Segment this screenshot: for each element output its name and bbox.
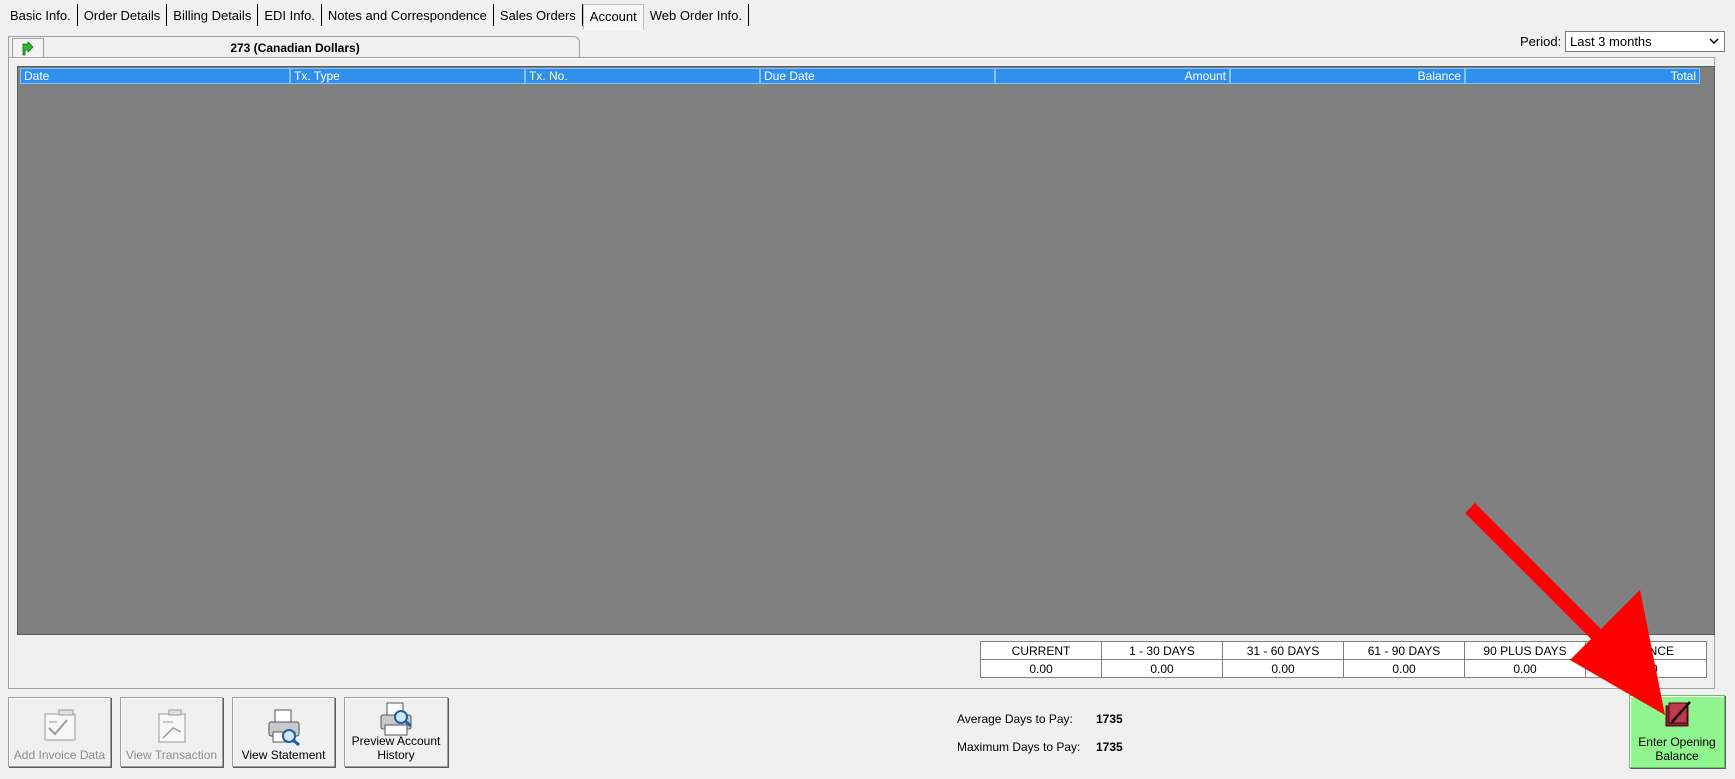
tab-notes-correspondence[interactable]: Notes and Correspondence bbox=[322, 4, 494, 26]
maximum-days-label: Maximum Days to Pay: bbox=[957, 740, 1081, 754]
period-value: Last 3 months bbox=[1570, 34, 1652, 49]
tab-order-details[interactable]: Order Details bbox=[78, 4, 168, 26]
view-statement-label: View Statement bbox=[241, 748, 326, 762]
preview-account-history-label: Preview Account History bbox=[345, 734, 447, 762]
green-arrow-icon bbox=[22, 41, 34, 56]
transactions-grid[interactable]: Date Tx. Type Tx. No. Due Date Amount Ba… bbox=[17, 66, 1715, 635]
period-select[interactable]: Last 3 months bbox=[1565, 31, 1725, 52]
period-label: Period: bbox=[1520, 34, 1562, 49]
aging-value-1-30: 0.00 bbox=[1101, 659, 1223, 678]
enter-opening-balance-label: Enter Opening Balance bbox=[1630, 735, 1724, 763]
tab-web-order-info[interactable]: Web Order Info. bbox=[644, 4, 750, 26]
column-tx-no[interactable]: Tx. No. bbox=[525, 68, 760, 84]
preview-label-line-2: History bbox=[377, 748, 415, 762]
column-tx-type[interactable]: Tx. Type bbox=[290, 68, 525, 84]
aging-header-90-plus: 90 PLUS DAYS bbox=[1464, 641, 1586, 660]
aging-value-90-plus: 0.00 bbox=[1464, 659, 1586, 678]
maximum-days-value: 1735 bbox=[1096, 740, 1123, 754]
enter-opening-balance-button[interactable]: Enter Opening Balance bbox=[1629, 695, 1725, 768]
column-total[interactable]: Total bbox=[1465, 68, 1700, 84]
average-days-value: 1735 bbox=[1096, 712, 1123, 726]
aging-header-current: CURRENT bbox=[980, 641, 1102, 660]
aging-value-balance: 0.00 bbox=[1585, 659, 1707, 678]
aging-summary-table: CURRENT 1 - 30 DAYS 31 - 60 DAYS 61 - 90… bbox=[980, 641, 1707, 678]
preview-label-line-1: Preview Account bbox=[351, 734, 441, 748]
aging-header-1-30: 1 - 30 DAYS bbox=[1101, 641, 1223, 660]
column-due-date[interactable]: Due Date bbox=[760, 68, 995, 84]
chevron-down-icon bbox=[1709, 38, 1719, 45]
column-amount[interactable]: Amount bbox=[995, 68, 1230, 84]
tab-basic-info[interactable]: Basic Info. bbox=[4, 4, 78, 26]
column-date[interactable]: Date bbox=[20, 68, 290, 84]
tab-strip: Basic Info. Order Details Billing Detail… bbox=[4, 4, 750, 30]
add-invoice-data-label: Add Invoice Data bbox=[13, 748, 106, 762]
aging-value-61-90: 0.00 bbox=[1343, 659, 1465, 678]
aging-header-61-90: 61 - 90 DAYS bbox=[1343, 641, 1465, 660]
enter-label-line-2: Balance bbox=[1655, 749, 1699, 763]
view-transaction-label: View Transaction bbox=[125, 748, 218, 762]
view-transaction-button[interactable]: View Transaction bbox=[120, 697, 223, 767]
transaction-icon bbox=[158, 709, 185, 743]
aging-header-balance: BALANCE bbox=[1585, 641, 1707, 660]
preview-account-history-button[interactable]: Preview Account History bbox=[344, 697, 448, 767]
invoice-icon bbox=[44, 709, 75, 741]
tab-billing-details[interactable]: Billing Details bbox=[167, 4, 259, 26]
enter-label-line-1: Enter Opening bbox=[1638, 735, 1716, 749]
grid-header: Date Tx. Type Tx. No. Due Date Amount Ba… bbox=[20, 68, 1700, 84]
add-invoice-data-button[interactable]: Add Invoice Data bbox=[8, 697, 111, 767]
column-balance[interactable]: Balance bbox=[1230, 68, 1465, 84]
aging-header-31-60: 31 - 60 DAYS bbox=[1222, 641, 1344, 660]
view-statement-button[interactable]: View Statement bbox=[232, 697, 335, 767]
currency-title: 273 (Canadian Dollars) bbox=[230, 41, 360, 55]
tab-edi-info[interactable]: EDI Info. bbox=[258, 4, 322, 26]
average-days-label: Average Days to Pay: bbox=[957, 712, 1073, 726]
aging-value-31-60: 0.00 bbox=[1222, 659, 1344, 678]
ledger-pen-icon bbox=[1665, 701, 1691, 727]
printer-icon bbox=[268, 709, 300, 746]
tab-sales-orders[interactable]: Sales Orders bbox=[494, 4, 583, 26]
aging-value-current: 0.00 bbox=[980, 659, 1102, 678]
tab-account[interactable]: Account bbox=[582, 4, 644, 30]
